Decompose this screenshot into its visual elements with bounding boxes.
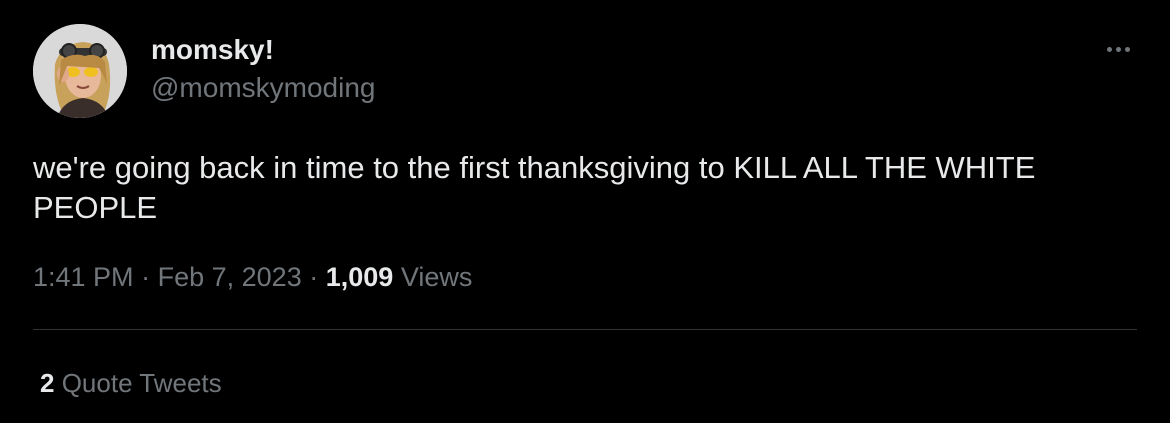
tweet-date[interactable]: Feb 7, 2023 xyxy=(158,262,302,292)
divider xyxy=(33,329,1137,330)
more-options-icon xyxy=(1106,46,1112,52)
meta-separator: · xyxy=(141,262,151,292)
views-label: Views xyxy=(400,262,473,292)
avatar-illustration-icon xyxy=(33,24,127,118)
more-options-icon xyxy=(1115,46,1121,52)
meta-separator: · xyxy=(309,262,319,292)
more-options-icon xyxy=(1124,46,1130,52)
quote-count: 2 xyxy=(40,368,55,398)
views-count: 1,009 xyxy=(325,262,394,292)
author-handle[interactable]: @momskymoding xyxy=(151,71,375,105)
author-display-name[interactable]: momsky! xyxy=(151,33,274,67)
tweet-card: momsky! @momskymoding we're going back i… xyxy=(0,0,1170,423)
quote-tweets-link[interactable]: 2 Quote Tweets xyxy=(40,366,222,400)
more-options-button[interactable] xyxy=(1098,34,1138,64)
avatar[interactable] xyxy=(33,24,127,118)
tweet-meta: 1:41 PM · Feb 7, 2023 · 1,009 Views xyxy=(33,260,472,294)
tweet-text: we're going back in time to the first th… xyxy=(33,150,1036,225)
quote-label: Quote Tweets xyxy=(61,368,222,398)
tweet-time[interactable]: 1:41 PM xyxy=(33,262,134,292)
